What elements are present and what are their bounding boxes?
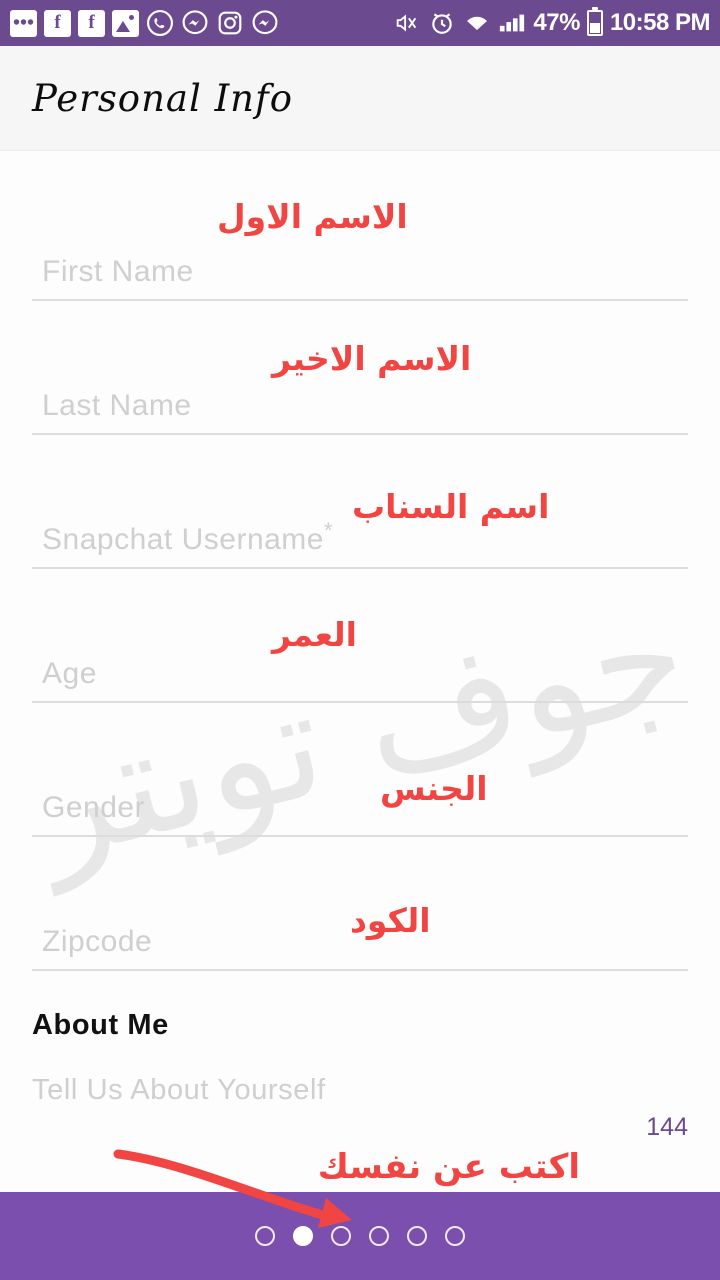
step-dot-2[interactable] (293, 1226, 313, 1246)
step-dot-5[interactable] (407, 1226, 427, 1246)
battery-percent-label: 47% (533, 9, 580, 36)
status-bar-system-icons: 47% 10:58 PM (393, 7, 711, 37)
step-dot-1[interactable] (255, 1226, 275, 1246)
about-me-title: About Me (32, 1009, 169, 1041)
age-underline (32, 701, 688, 703)
annotation-snapchat-username: اسم السناب (352, 487, 550, 526)
facebook-icon-1: f (44, 9, 71, 37)
last-name-underline (32, 433, 688, 435)
annotation-last-name: الاسم الاخير (272, 339, 472, 378)
messenger-icon-2 (251, 9, 279, 37)
step-dot-4[interactable] (369, 1226, 389, 1246)
cellular-signal-icon (498, 9, 526, 37)
first-name-label: First Name (42, 255, 194, 288)
field-last-name[interactable]: Last Name الاسم الاخير (32, 325, 688, 459)
gender-underline (32, 835, 688, 837)
status-bar-notification-icons: ••• f f (10, 9, 279, 37)
character-counter: 144 (646, 1113, 688, 1141)
field-gender[interactable]: Gender الجنس (32, 727, 688, 861)
required-asterisk: * (324, 518, 334, 543)
last-name-label: Last Name (42, 389, 192, 422)
annotation-first-name: الاسم الاول (217, 197, 408, 236)
about-me-section: About Me Tell Us About Yourself 144 اكتب… (0, 1009, 720, 1187)
messages-dots-icon: ••• (10, 9, 37, 37)
annotation-gender: الجنس (380, 769, 488, 808)
step-dot-6[interactable] (445, 1226, 465, 1246)
snapchat-username-label-text: Snapchat Username (42, 523, 324, 556)
photos-icon (112, 9, 139, 37)
status-bar: ••• f f 47% 10:58 PM (0, 0, 720, 46)
wifi-icon (463, 9, 491, 37)
about-me-textarea[interactable]: Tell Us About Yourself (32, 1074, 688, 1107)
annotation-zipcode: الكود (350, 901, 431, 940)
zipcode-underline (32, 969, 688, 971)
phone-screen: ••• f f 47% 10:58 PM Personal Info جوف ت… (0, 0, 720, 1280)
personal-info-form: First Name الاسم الاول Last Name الاسم ا… (0, 151, 720, 995)
field-snapchat-username[interactable]: Snapchat Username* اسم السناب (32, 459, 688, 593)
snapchat-username-underline (32, 567, 688, 569)
gender-label: Gender (42, 791, 146, 824)
step-dot-3[interactable] (331, 1226, 351, 1246)
annotation-age: العمر (272, 615, 357, 654)
bottom-step-bar (0, 1192, 720, 1280)
field-zipcode[interactable]: Zipcode الكود (32, 861, 688, 995)
vibrate-mute-icon (393, 9, 421, 37)
facebook-icon-2: f (78, 9, 105, 37)
battery-icon (586, 7, 603, 36)
whatsapp-icon (146, 9, 174, 37)
age-label: Age (42, 657, 97, 690)
clock-label: 10:58 PM (609, 9, 711, 36)
field-first-name[interactable]: First Name الاسم الاول (32, 191, 688, 325)
app-bar: Personal Info (0, 46, 720, 151)
page-title: Personal Info (32, 76, 293, 120)
zipcode-label: Zipcode (42, 925, 153, 958)
first-name-underline (32, 299, 688, 301)
alarm-icon (428, 9, 456, 37)
annotation-about-me: اكتب عن نفسك (317, 1147, 580, 1187)
field-age[interactable]: Age العمر (32, 593, 688, 727)
messenger-icon-1 (181, 9, 209, 37)
snapchat-username-label: Snapchat Username* (42, 518, 333, 557)
step-indicator (255, 1226, 465, 1246)
instagram-icon (216, 9, 244, 37)
